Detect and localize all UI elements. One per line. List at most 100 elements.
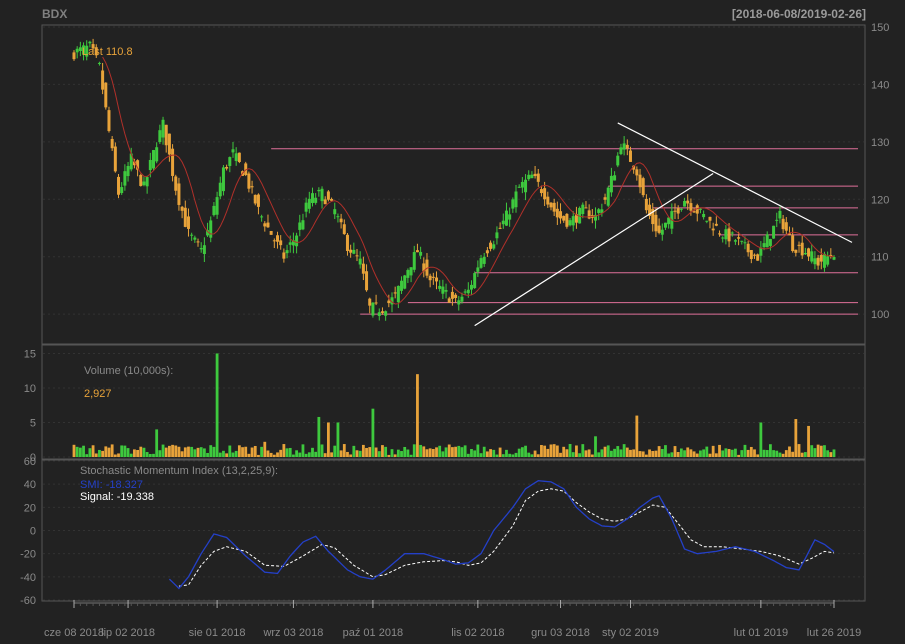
volume-bar	[517, 448, 521, 457]
candle-body	[317, 189, 321, 192]
volume-bar	[339, 450, 343, 457]
volume-bar	[813, 448, 817, 457]
candle-body	[546, 196, 550, 205]
candle-body	[209, 220, 213, 238]
candle-body	[409, 267, 413, 276]
candle-body	[110, 138, 114, 149]
volume-bar	[123, 445, 127, 457]
candle-body	[775, 219, 779, 221]
candle-body	[571, 216, 575, 226]
volume-bar	[587, 449, 591, 457]
volume-bar	[470, 449, 473, 457]
candle-body	[387, 300, 391, 304]
candle-body	[361, 263, 365, 274]
candle-body	[269, 230, 273, 235]
candle-body	[689, 203, 693, 211]
volume-bar	[689, 449, 693, 457]
smi-tick-label: 20	[24, 502, 36, 514]
candle-body	[638, 174, 642, 188]
volume-bar	[575, 445, 578, 457]
candle-body	[104, 82, 108, 108]
candle-body	[145, 176, 149, 187]
volume-bar	[746, 449, 750, 457]
signal-legend-value: -19.338	[117, 491, 154, 503]
volume-bar	[635, 415, 639, 457]
x-tick-label: lip 02 2018	[101, 627, 155, 639]
candle-body	[476, 267, 480, 272]
volume-bar	[126, 448, 130, 457]
volume-bar	[571, 452, 575, 457]
candle-body	[822, 253, 826, 268]
volume-bar	[619, 449, 623, 457]
candle-body	[454, 294, 458, 299]
volume-bar	[816, 444, 820, 457]
volume-bar	[171, 444, 174, 457]
moving-average-line	[102, 56, 835, 305]
volume-bar	[791, 451, 795, 457]
volume-bar	[342, 444, 346, 457]
candle-body	[743, 242, 747, 244]
volume-bar	[447, 444, 451, 457]
volume-bar	[660, 448, 664, 457]
volume-bar	[317, 416, 321, 457]
volume-bar	[425, 449, 429, 457]
volume-bar	[724, 448, 728, 457]
volume-bar	[129, 453, 133, 457]
candle-body	[721, 237, 725, 239]
candle-body	[746, 243, 750, 253]
volume-bar	[441, 451, 445, 457]
volume-bar	[101, 450, 105, 457]
smi-legend-name: SMI	[80, 479, 100, 491]
candle-body	[447, 298, 451, 303]
candle-body	[349, 249, 353, 253]
volume-bar	[559, 452, 562, 457]
volume-bar	[578, 453, 582, 457]
candle-body	[171, 148, 175, 176]
candle-body	[419, 251, 423, 256]
volume-bar	[75, 446, 79, 457]
candle-body	[428, 275, 432, 281]
candle-body	[559, 211, 563, 219]
volume-bar	[457, 445, 461, 457]
volume-bar	[648, 449, 651, 457]
volume-bar	[187, 446, 190, 457]
signal-legend-name: Signal	[80, 491, 111, 503]
candle-body	[683, 200, 687, 207]
price-tick-label: 100	[871, 309, 889, 321]
volume-bar	[819, 445, 823, 457]
candle-body	[126, 166, 130, 177]
candle-body	[606, 187, 610, 206]
smi-tick-label: -40	[20, 572, 36, 584]
volume-bar	[644, 454, 648, 457]
candle-body	[225, 166, 229, 169]
volume-tick-label: 5	[30, 417, 36, 429]
candle-body	[724, 229, 728, 240]
candle-body	[415, 250, 419, 253]
candle-body	[813, 258, 817, 265]
candle-body	[679, 208, 683, 210]
volume-bar	[664, 445, 667, 457]
volume-bar	[797, 444, 801, 457]
volume-bar	[794, 419, 798, 457]
volume-bar	[231, 452, 235, 457]
volume-bar	[196, 447, 200, 457]
volume-bar	[361, 444, 365, 457]
candle-body	[151, 150, 155, 169]
volume-bar	[422, 446, 426, 457]
volume-bar	[145, 452, 149, 457]
volume-bar	[505, 449, 508, 457]
candle-body	[800, 242, 804, 256]
volume-bar	[276, 452, 279, 457]
volume-bar	[285, 448, 289, 457]
volume-bar	[346, 451, 349, 457]
volume-bar	[336, 422, 340, 457]
volume-bar	[565, 449, 569, 457]
candle-body	[727, 228, 731, 242]
price-axis: 100 110 120 130 140 150	[871, 22, 889, 321]
volume-bar	[94, 453, 98, 457]
volume-bar	[498, 447, 502, 457]
candle-body	[139, 174, 143, 186]
volume-last-value: 2,927	[84, 388, 112, 400]
candle-body	[581, 204, 585, 215]
volume-bar	[492, 449, 496, 457]
